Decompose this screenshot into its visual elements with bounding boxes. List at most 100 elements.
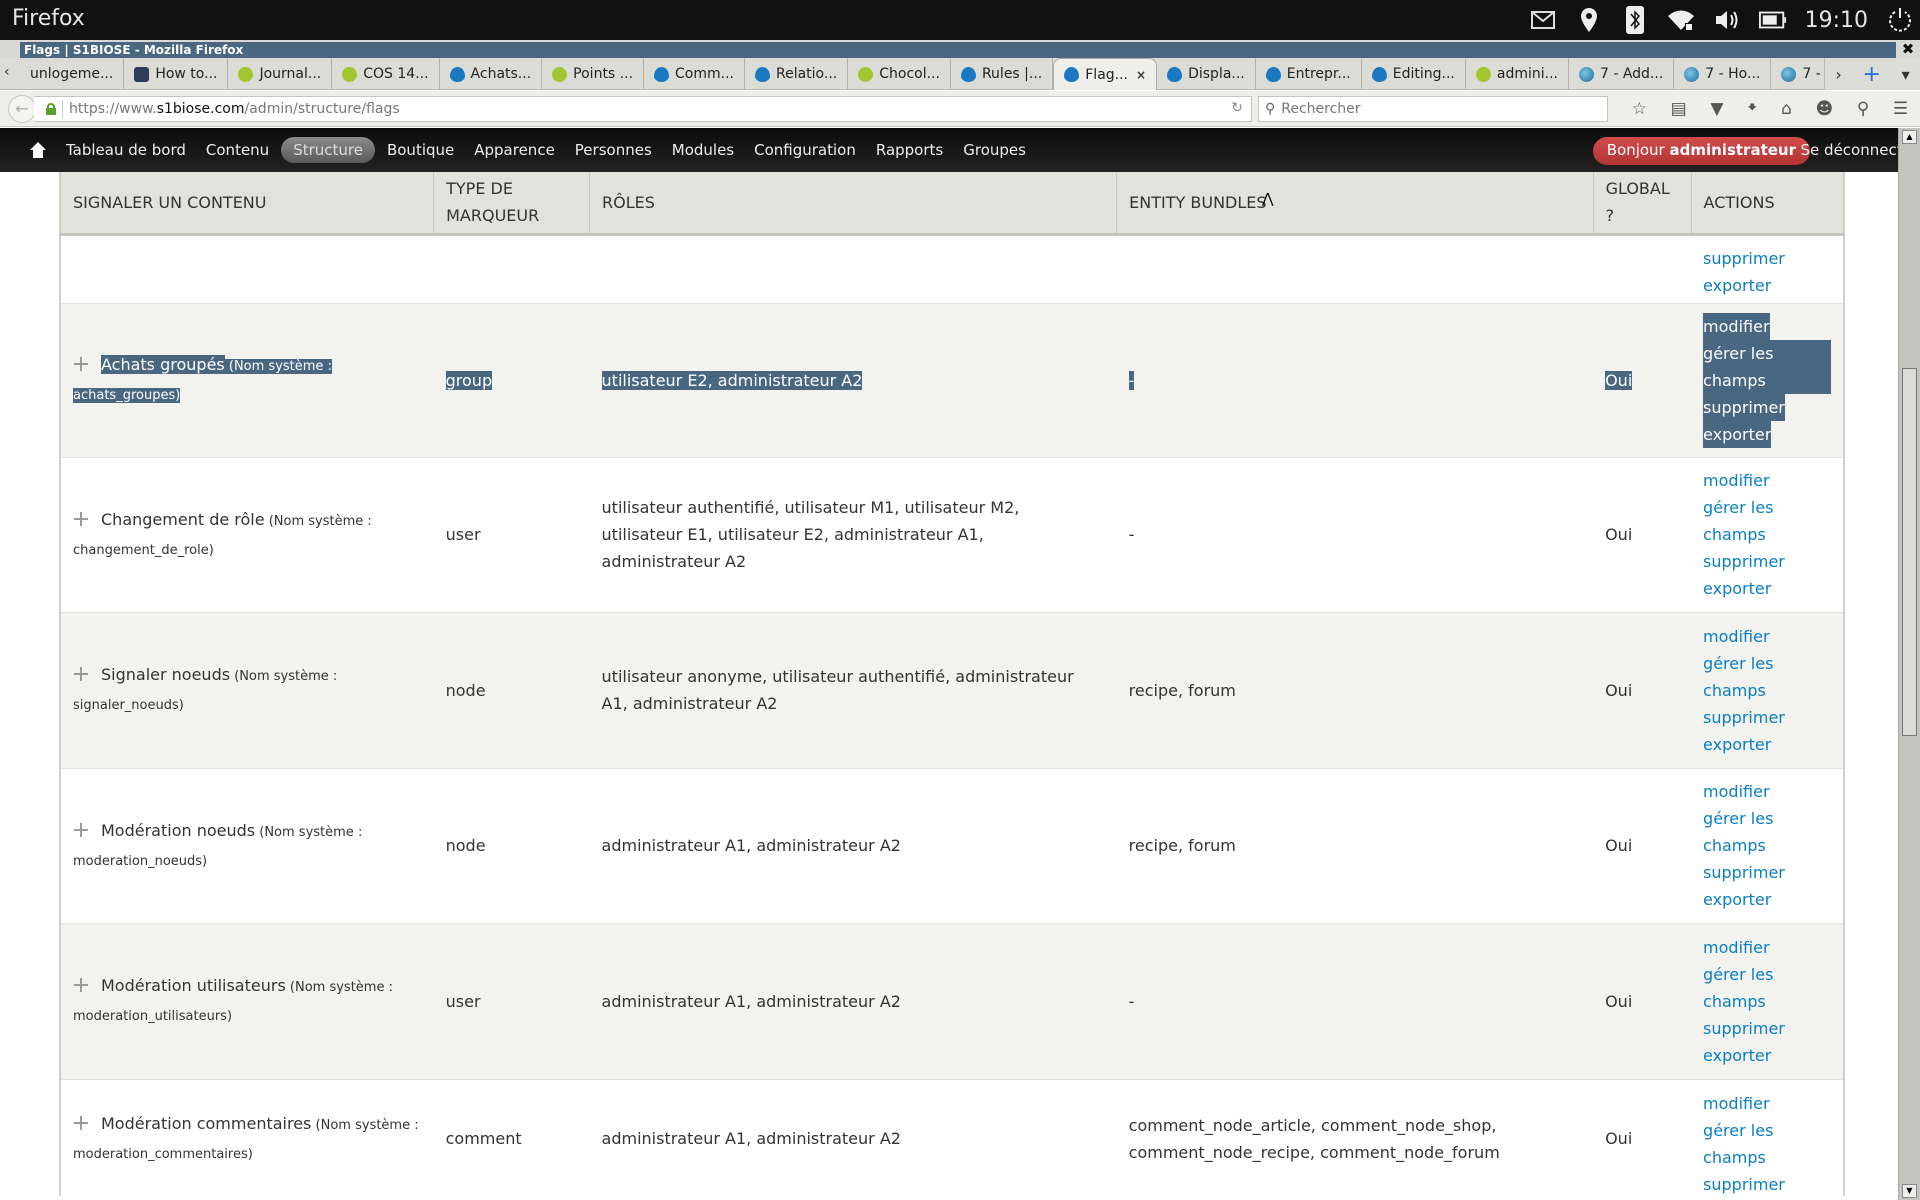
toolbar-item-dashboard[interactable]: Tableau de bord (66, 137, 186, 163)
bluetooth-icon[interactable] (1621, 6, 1649, 34)
toolbar-home-icon[interactable] (30, 142, 46, 158)
search-input[interactable]: ⚲ Rechercher (1258, 96, 1608, 122)
toolbar-item-configuration[interactable]: Configuration (754, 137, 856, 163)
tab[interactable]: Points ... (542, 58, 645, 90)
manage-fields-link[interactable]: gérer les champs (1703, 339, 1831, 394)
export-link[interactable]: exporter (1703, 731, 1831, 758)
scroll-down-arrow-icon[interactable]: ▼ (1902, 1184, 1917, 1198)
tab[interactable]: Displa... (1157, 58, 1256, 90)
tab[interactable]: COS 14... (332, 58, 440, 90)
close-tab-icon[interactable]: × (1136, 68, 1146, 82)
tab[interactable]: Comm... (644, 58, 745, 90)
power-icon[interactable] (1886, 6, 1914, 34)
export-link[interactable]: exporter (1703, 1042, 1831, 1069)
drag-handle-icon[interactable] (73, 1115, 89, 1131)
tab[interactable]: Editing... (1362, 58, 1466, 90)
drag-handle-icon[interactable] (73, 666, 89, 682)
tab-active[interactable]: Flag... × (1053, 58, 1158, 90)
edit-link[interactable]: modifier (1703, 467, 1831, 494)
manage-fields-link[interactable]: gérer les champs (1703, 1117, 1831, 1171)
download-icon[interactable]: 🠻 (1747, 95, 1757, 124)
manage-fields-link[interactable]: gérer les champs (1703, 650, 1831, 704)
toolbar-item-store[interactable]: Boutique (387, 137, 454, 163)
machine-prefix: (Nom système : (228, 359, 332, 374)
tab[interactable]: admini... (1466, 58, 1569, 90)
location-icon[interactable] (1575, 6, 1603, 34)
export-link[interactable]: exporter (1703, 420, 1772, 448)
bookmark-star-icon[interactable]: ☆ (1632, 99, 1647, 119)
tab-label: Entrepr... (1286, 66, 1351, 82)
chat-icon[interactable]: ☻ (1816, 99, 1834, 119)
wifi-icon[interactable] (1667, 6, 1695, 34)
toolbar-item-content[interactable]: Contenu (206, 137, 269, 163)
delete-link[interactable]: supprimer (1703, 1171, 1831, 1197)
tab[interactable]: How to... (124, 58, 229, 90)
tab[interactable]: 7 - Ho... (1771, 58, 1820, 90)
manage-fields-link[interactable]: gérer les champs (1703, 805, 1831, 859)
list-all-tabs-button[interactable]: ▾ (1902, 65, 1910, 84)
window-close-button[interactable]: ✖ (1900, 41, 1916, 57)
delete-link[interactable]: supprimer (1703, 704, 1831, 731)
edit-link[interactable]: modifier (1703, 623, 1831, 650)
reload-icon[interactable]: ↻ (1231, 100, 1243, 116)
tab[interactable]: 7 - Ho... (1674, 58, 1772, 90)
toolbar-item-reports[interactable]: Rapports (876, 137, 943, 163)
tab[interactable]: 7 - Add... (1569, 58, 1675, 90)
drag-handle-icon[interactable] (73, 356, 89, 372)
tab[interactable]: unlogeme... (20, 58, 125, 90)
tab[interactable]: Journal... (228, 58, 333, 90)
toolbar-item-people[interactable]: Personnes (575, 137, 652, 163)
header-actions: ACTIONS (1691, 172, 1844, 236)
delete-link[interactable]: supprimer (1703, 245, 1831, 272)
scroll-up-arrow-icon[interactable]: ▲ (1902, 130, 1917, 144)
url-bar[interactable]: https://www.s1biose.com/admin/structure/… (34, 96, 1252, 122)
export-link[interactable]: exporter (1703, 272, 1831, 299)
back-button[interactable]: ← (8, 95, 36, 123)
tab[interactable]: Achats... (440, 58, 543, 90)
edit-link[interactable]: modifier (1703, 778, 1831, 805)
tab[interactable]: Rules |... (951, 58, 1054, 90)
drupal-favicon-icon (1371, 66, 1387, 82)
battery-icon[interactable] (1758, 6, 1787, 34)
volume-icon[interactable] (1713, 6, 1741, 34)
toolbar-item-appearance[interactable]: Apparence (474, 137, 555, 163)
toolbar-item-modules[interactable]: Modules (672, 137, 734, 163)
tab[interactable]: Relatio... (745, 58, 849, 90)
drupal-favicon-icon (960, 66, 976, 82)
edit-link[interactable]: modifier (1703, 312, 1770, 340)
tab[interactable]: Entrepr... (1256, 58, 1362, 90)
user-greeting-button[interactable]: Bonjour administrateur Se déconnecter (1592, 137, 1918, 165)
edit-link[interactable]: modifier (1703, 934, 1831, 961)
drag-handle-icon[interactable] (73, 822, 89, 838)
key-icon[interactable]: ⚲ (1857, 99, 1869, 119)
drag-handle-icon[interactable] (73, 977, 89, 993)
drag-handle-icon[interactable] (73, 511, 89, 527)
tab-label: admini... (1496, 66, 1558, 82)
delete-link[interactable]: supprimer (1703, 859, 1831, 886)
reading-list-icon[interactable]: ▤ (1671, 99, 1687, 119)
mail-icon[interactable] (1529, 6, 1557, 34)
export-link[interactable]: exporter (1703, 886, 1831, 913)
delete-link[interactable]: supprimer (1703, 548, 1831, 575)
manage-fields-link[interactable]: gérer les champs (1703, 961, 1831, 1015)
vertical-scrollbar[interactable]: ▲ ▼ (1898, 128, 1920, 1200)
cell-actions: modifier gérer les champs supprimer (1691, 1079, 1844, 1196)
pocket-icon[interactable]: ▼ (1710, 99, 1723, 119)
url-text[interactable]: https://www.s1biose.com/admin/structure/… (69, 101, 400, 117)
manage-fields-link[interactable]: gérer les champs (1703, 494, 1831, 548)
toolbar-item-groups[interactable]: Groupes (963, 137, 1026, 163)
delete-link[interactable]: supprimer (1703, 1015, 1831, 1042)
export-link[interactable]: exporter (1703, 575, 1831, 602)
tab[interactable]: Chocol... (848, 58, 951, 90)
new-tab-button[interactable]: + (1862, 62, 1880, 87)
home-icon[interactable]: ⌂ (1781, 99, 1792, 119)
delete-link[interactable]: supprimer (1703, 393, 1785, 421)
menu-icon[interactable]: ☰ (1893, 99, 1908, 119)
scrollbar-thumb[interactable] (1902, 368, 1917, 736)
tab-scroll-right-button[interactable]: › (1835, 65, 1841, 84)
tab-scroll-left-button[interactable]: ‹ (4, 64, 18, 84)
toolbar-item-structure[interactable]: Structure (281, 137, 375, 163)
edit-link[interactable]: modifier (1703, 1090, 1831, 1117)
roles-value: administrateur A1, administrateur A2 (601, 1129, 901, 1148)
lock-icon[interactable] (46, 103, 56, 115)
